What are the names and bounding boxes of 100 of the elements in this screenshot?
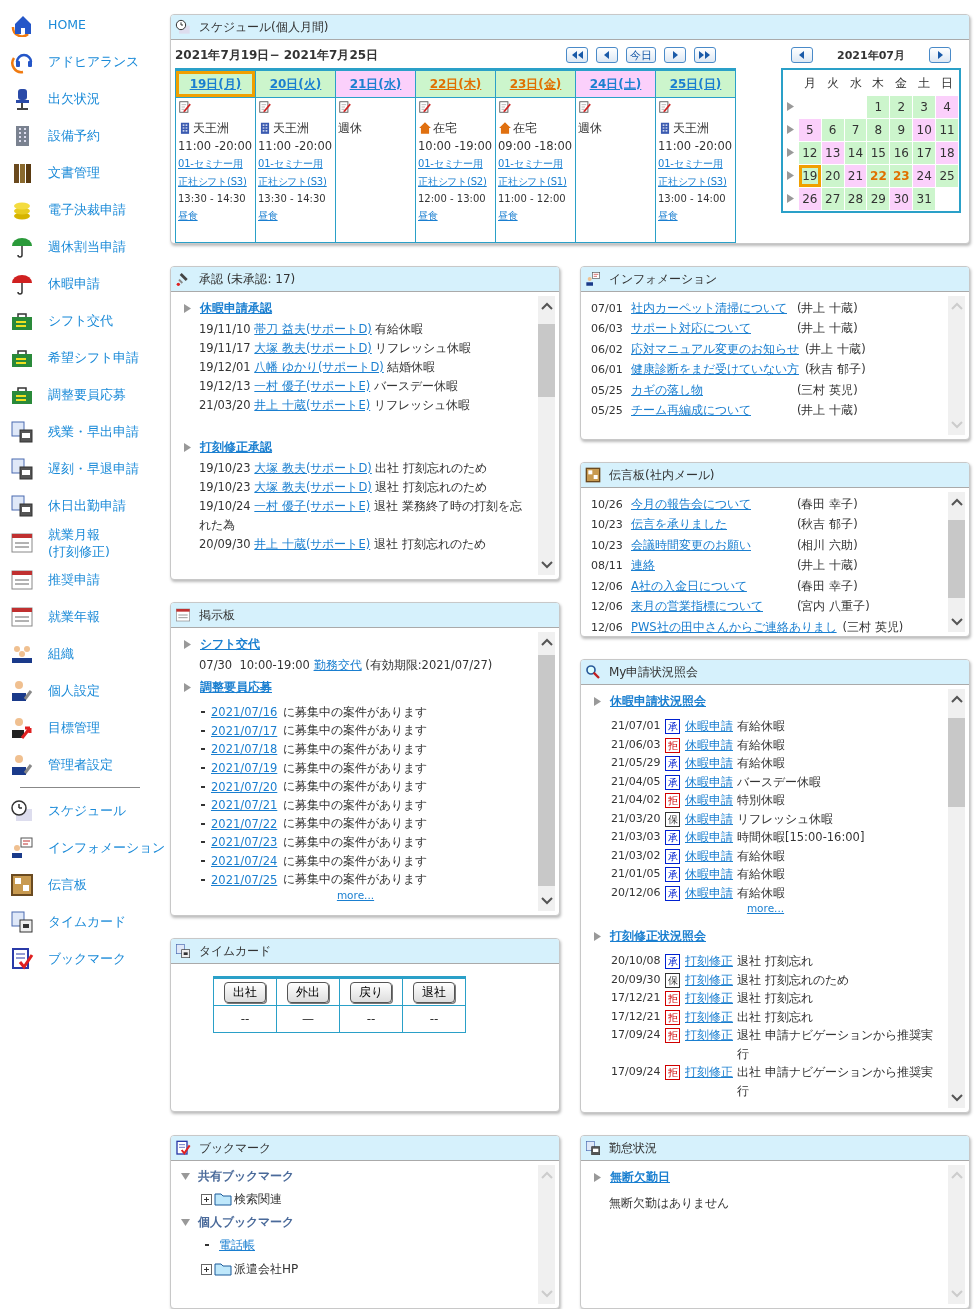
break-link[interactable]: 昼食	[418, 207, 493, 225]
section-link[interactable]: 調整要員応募	[200, 678, 272, 696]
calendar-day[interactable]: 11	[936, 119, 958, 141]
scroll-thumb[interactable]	[948, 718, 965, 807]
scroll-up-icon[interactable]	[540, 638, 553, 646]
date-link[interactable]: 2021/07/25	[211, 872, 278, 887]
date-link[interactable]: 2021/07/23	[211, 835, 278, 850]
shift-link[interactable]: 正社シフト(S1)	[498, 173, 573, 191]
scroll-up-icon[interactable]	[950, 498, 963, 506]
expand-arrow-icon[interactable]	[183, 303, 192, 313]
calendar-day[interactable]: 3	[913, 96, 936, 118]
section-link[interactable]: 無断欠勤日	[610, 1168, 670, 1186]
calendar-day[interactable]: 26	[798, 188, 821, 210]
last-week-button[interactable]	[694, 47, 716, 63]
scrollbar[interactable]	[538, 296, 555, 575]
sidebar-link[interactable]: 週休割当申請	[48, 238, 126, 255]
title-link[interactable]: 会議時間変更のお願い	[631, 537, 791, 553]
person-link[interactable]: 大塚 教夫(サポートD)	[254, 480, 372, 494]
calendar-day[interactable]: 31	[913, 188, 936, 210]
date-link[interactable]: 2021/07/20	[211, 779, 278, 794]
expand-icon[interactable]	[201, 1263, 212, 1275]
sidebar-link[interactable]: 管理者設定	[48, 756, 113, 773]
sidebar-link[interactable]: タイムカード	[48, 913, 126, 930]
sidebar-link[interactable]: 目標管理	[48, 719, 100, 736]
person-link[interactable]: 一村 優子(サポートE)	[254, 499, 371, 513]
date-link[interactable]: 2021/07/19	[211, 761, 278, 776]
expand-arrow-icon[interactable]	[183, 442, 192, 452]
section-link[interactable]: 休暇申請承認	[200, 299, 272, 317]
request-link[interactable]: 休暇申請	[685, 717, 733, 736]
expand-arrow-icon[interactable]	[183, 682, 192, 692]
calendar-day[interactable]: 24	[913, 165, 936, 187]
sidebar-link[interactable]: シフト交代	[48, 312, 113, 329]
calendar-day[interactable]: 2	[890, 96, 913, 118]
request-link[interactable]: 打刻修正	[685, 989, 733, 1008]
sidebar-link[interactable]: アドヒアランス	[48, 53, 139, 70]
sidebar-link[interactable]: 電子決裁申請	[48, 201, 126, 218]
title-link[interactable]: 応対マニュアル変更のお知らせ	[631, 341, 799, 357]
sidebar-link[interactable]: ブックマーク	[48, 950, 126, 967]
shift-link[interactable]: 正社シフト(S3)	[258, 173, 333, 191]
previous-week-button[interactable]	[596, 47, 618, 63]
calendar-day[interactable]: 23	[890, 165, 913, 187]
calendar-day[interactable]: 22	[867, 165, 890, 187]
week-arrow-icon[interactable]	[787, 102, 795, 111]
next-week-button[interactable]	[664, 47, 686, 63]
calendar-day[interactable]: 1	[867, 96, 890, 118]
scroll-down-icon[interactable]	[540, 897, 553, 905]
request-link[interactable]: 休暇申請	[685, 809, 733, 828]
scrollbar[interactable]	[538, 632, 555, 911]
punch-button[interactable]: 外出	[287, 981, 329, 1003]
date-link[interactable]: 2021/07/17	[211, 723, 278, 738]
sidebar-link[interactable]: HOME	[48, 16, 86, 33]
request-link[interactable]: 休暇申請	[685, 735, 733, 754]
sidebar-link[interactable]: 就業年報	[48, 608, 100, 625]
sidebar-link[interactable]: 組織	[48, 645, 74, 662]
expand-icon[interactable]	[201, 1193, 212, 1205]
calendar-day[interactable]: 9	[890, 119, 913, 141]
sidebar-link[interactable]: スケジュール	[48, 802, 126, 819]
sidebar-link[interactable]: 休日出勤申請	[48, 497, 126, 514]
sidebar-link[interactable]: 残業・早出申請	[48, 423, 139, 440]
calendar-day[interactable]: 8	[867, 119, 890, 141]
sidebar-link[interactable]: 出欠状況	[48, 90, 100, 107]
calendar-day[interactable]: 12	[798, 142, 821, 164]
week-arrow-icon[interactable]	[787, 171, 795, 180]
scroll-up-icon[interactable]	[540, 302, 553, 310]
bookmark-link[interactable]: 電話帳	[219, 1236, 255, 1254]
section-link[interactable]: 休暇申請状況照会	[610, 692, 706, 710]
first-week-button[interactable]	[566, 47, 588, 63]
calendar-day[interactable]: 18	[936, 142, 958, 164]
shift-link[interactable]: 01-セミナー用	[418, 155, 493, 173]
more-link[interactable]: more...	[746, 902, 785, 914]
calendar-day[interactable]: 6	[821, 119, 844, 141]
calendar-day[interactable]: 20	[821, 165, 844, 187]
person-link[interactable]: 大塚 教夫(サポートD)	[254, 341, 372, 355]
title-link[interactable]: カギの落し物	[631, 382, 791, 398]
section-link[interactable]: 打刻修正状況照会	[610, 927, 706, 945]
scroll-down-icon[interactable]	[950, 618, 963, 626]
punch-button[interactable]: 出社	[224, 981, 266, 1003]
folder-name[interactable]: 検索関連	[234, 1190, 282, 1208]
request-link[interactable]: 打刻修正	[685, 952, 733, 971]
sidebar-link[interactable]: インフォメーション	[48, 839, 165, 856]
calendar-day[interactable]: 17	[913, 142, 936, 164]
section-link[interactable]: 打刻修正承認	[200, 438, 272, 456]
title-link[interactable]: 来月の営業指標について	[631, 599, 791, 615]
sidebar-link[interactable]: 遅刻・早退申請	[48, 460, 139, 477]
sidebar-link[interactable]: 就業月報 (打刻修正)	[48, 525, 110, 560]
title-link[interactable]: 連絡	[631, 558, 791, 574]
title-link[interactable]: サポート対応について	[631, 321, 791, 337]
title-link[interactable]: PWS社の田中さんからご連絡ありまし	[631, 619, 837, 635]
sidebar-link[interactable]: 休暇申請	[48, 275, 100, 292]
shift-link[interactable]: 01-セミナー用	[658, 155, 733, 173]
more-link[interactable]: more...	[336, 888, 375, 901]
request-link[interactable]: 休暇申請	[685, 791, 733, 810]
expand-arrow-icon[interactable]	[593, 1172, 602, 1182]
calendar-day[interactable]: 25	[936, 165, 958, 187]
sidebar-link[interactable]: 設備予約	[48, 127, 100, 144]
date-link[interactable]: 2021/07/22	[211, 816, 278, 831]
week-arrow-icon[interactable]	[787, 148, 795, 157]
calendar-day[interactable]: 30	[890, 188, 913, 210]
shift-link[interactable]: 01-セミナー用	[498, 155, 573, 173]
calendar-day[interactable]: 21	[844, 165, 867, 187]
